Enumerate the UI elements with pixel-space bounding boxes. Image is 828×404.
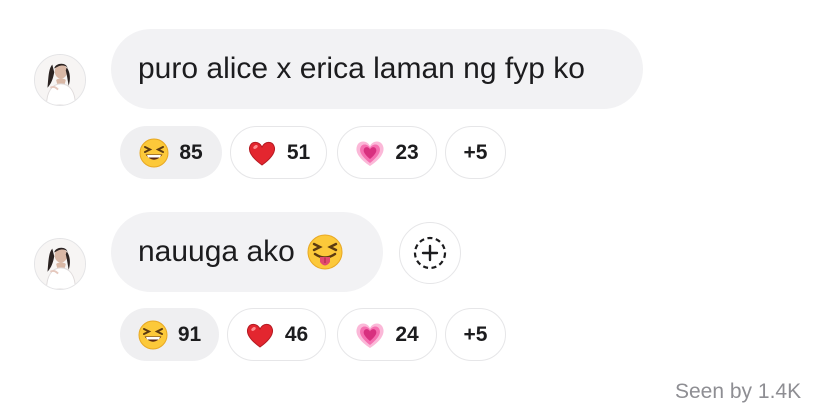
- squinting-face-with-tongue-icon: [306, 234, 343, 270]
- reaction-chip[interactable]: 91: [120, 308, 219, 361]
- reaction-chip[interactable]: 46: [227, 308, 326, 361]
- growing-heart-icon: [355, 320, 385, 350]
- comment-text: puro alice x erica laman ng fyp ko: [138, 52, 585, 85]
- profile-photo-icon: [35, 55, 85, 105]
- red-heart-icon: [247, 138, 277, 168]
- more-reactions-count: +5: [463, 322, 488, 346]
- grinning-squinting-face-icon: [137, 319, 168, 350]
- reaction-chip[interactable]: 85: [120, 126, 222, 179]
- grinning-squinting-face-icon: [139, 137, 170, 168]
- comment-bubble[interactable]: puro alice x erica laman ng fyp ko: [111, 29, 643, 109]
- comment-bubble[interactable]: nauuga ako: [111, 212, 383, 292]
- more-reactions-count: +5: [463, 140, 488, 164]
- comment-text: nauuga ako: [138, 235, 295, 268]
- more-reactions-button[interactable]: +5: [445, 308, 506, 361]
- reaction-count: 23: [395, 140, 419, 164]
- reaction-chip[interactable]: 24: [337, 308, 437, 361]
- reaction-count: 24: [395, 322, 419, 346]
- more-reactions-button[interactable]: +5: [445, 126, 506, 179]
- add-reaction-icon: [413, 236, 447, 270]
- reaction-count: 85: [179, 140, 203, 164]
- avatar[interactable]: [34, 238, 86, 290]
- profile-photo-icon: [35, 239, 85, 289]
- reaction-chip[interactable]: 23: [337, 126, 437, 179]
- reaction-chip[interactable]: 51: [230, 126, 327, 179]
- seen-by-count: Seen by 1.4K: [675, 380, 802, 403]
- avatar[interactable]: [34, 54, 86, 106]
- reaction-count: 51: [286, 140, 311, 164]
- reaction-count: 91: [177, 322, 202, 346]
- reaction-count: 46: [284, 322, 309, 346]
- red-heart-icon: [245, 320, 275, 350]
- growing-heart-icon: [355, 138, 385, 168]
- add-reaction-button[interactable]: [399, 222, 461, 284]
